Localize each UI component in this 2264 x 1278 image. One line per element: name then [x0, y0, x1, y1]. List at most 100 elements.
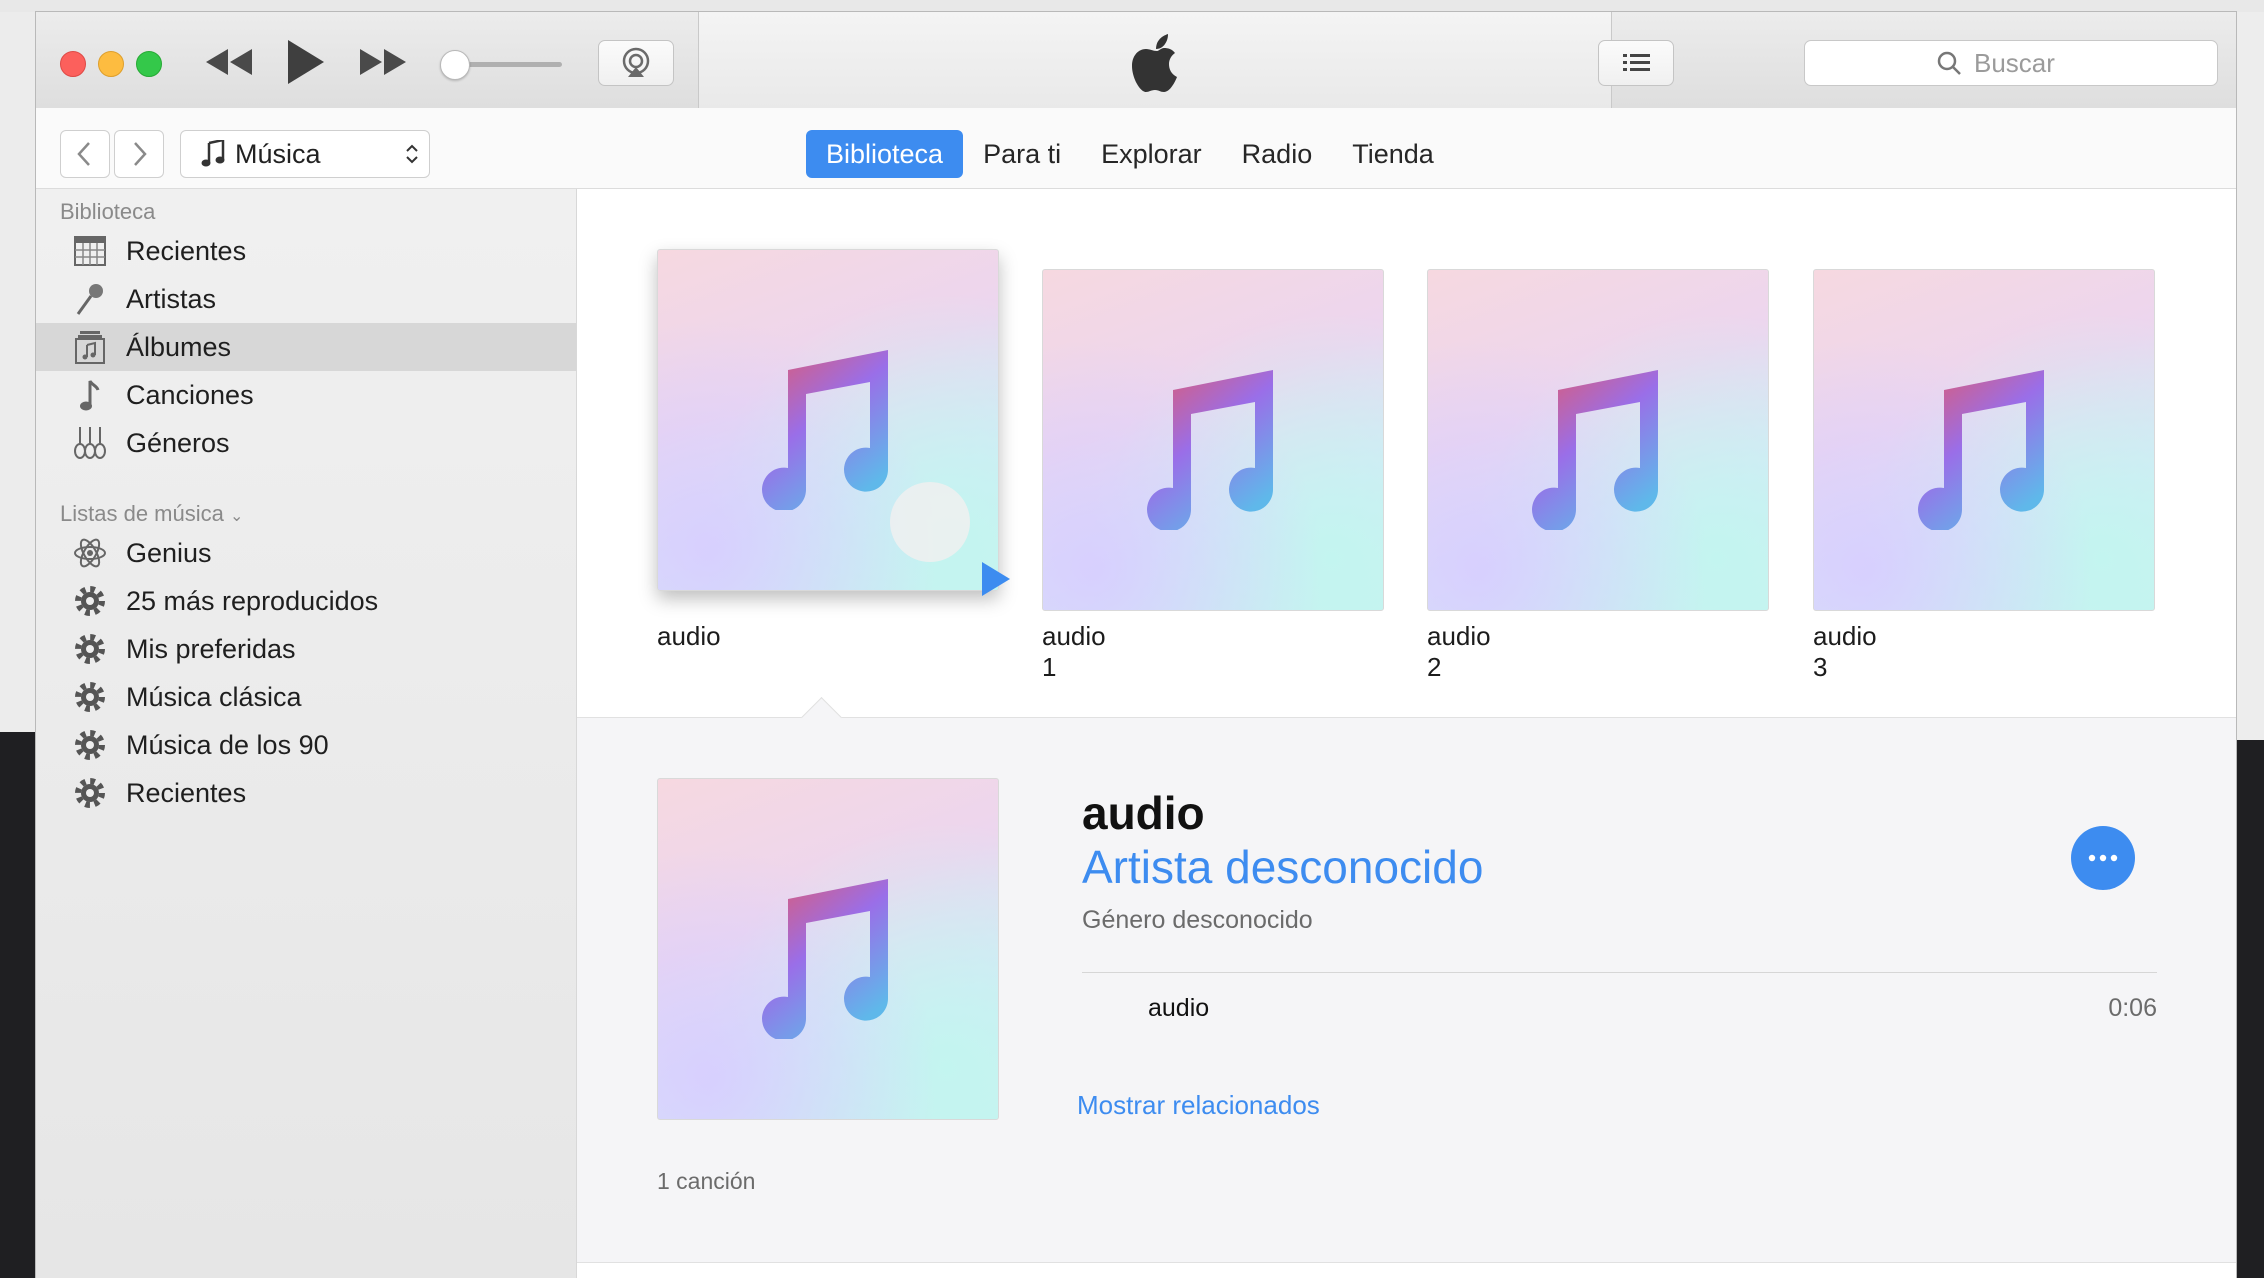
play-button[interactable] — [284, 36, 328, 88]
sidebar-item-label: Recientes — [126, 777, 247, 808]
background-right-dark-panel — [2236, 740, 2264, 1278]
sidebar-item-playlist[interactable]: Música de los 90 — [36, 721, 576, 769]
gear-icon — [72, 631, 108, 667]
sidebar: Biblioteca Recientes Artistas Álbumes Ca… — [36, 189, 577, 1278]
sidebar-item-generos[interactable]: Géneros — [36, 419, 576, 467]
sidebar-item-label: Música clásica — [126, 681, 302, 712]
song-count: 1 canción — [657, 1168, 756, 1194]
music-note-artwork-icon — [762, 350, 888, 510]
sidebar-item-recientes[interactable]: Recientes — [36, 227, 576, 275]
album-artwork[interactable] — [1813, 269, 2155, 611]
updown-chevron-icon — [406, 144, 418, 164]
chevron-down-icon: ⌄ — [229, 508, 244, 525]
track-name: audio — [1148, 994, 1210, 1022]
microphone-icon — [72, 281, 108, 317]
album-artwork[interactable] — [657, 249, 1010, 596]
tab-explorar[interactable]: Explorar — [1081, 130, 1222, 178]
album-artwork[interactable] — [1427, 269, 1769, 611]
genius-atom-icon — [72, 535, 108, 571]
back-button[interactable] — [60, 130, 110, 178]
airplay-button[interactable] — [598, 40, 674, 86]
volume-slider-knob[interactable] — [440, 50, 470, 80]
play-icon — [982, 562, 1010, 596]
sidebar-item-artistas[interactable]: Artistas — [36, 275, 576, 323]
album-title[interactable]: audio 2 — [1427, 621, 1491, 683]
sidebar-item-playlist[interactable]: Música clásica — [36, 673, 576, 721]
tab-biblioteca[interactable]: Biblioteca — [806, 130, 964, 178]
background-left-panel — [0, 12, 36, 732]
background-toolbar — [0, 0, 2264, 12]
detail-album-artwork[interactable] — [657, 778, 999, 1120]
sidebar-item-canciones[interactable]: Canciones — [36, 371, 576, 419]
tab-tienda[interactable]: Tienda — [1332, 130, 1454, 178]
tab-radio[interactable]: Radio — [1222, 130, 1333, 178]
album-title[interactable]: audio 1 — [1042, 621, 1106, 683]
detail-genre: Género desconocido — [1082, 906, 1313, 934]
media-source-label: Música — [235, 138, 321, 169]
sidebar-item-label: Mis preferidas — [126, 633, 296, 664]
itunes-window: Música Biblioteca Para ti Explorar Radio… — [36, 12, 2236, 1278]
ellipsis-icon — [2088, 854, 2118, 862]
sidebar-item-playlist[interactable]: Mis preferidas — [36, 625, 576, 673]
play-icon — [288, 40, 324, 84]
apple-logo — [1132, 34, 1177, 92]
albums-content: audio audio 1 audio 2 audio 3 audio Arti… — [577, 189, 2236, 1278]
search-icon — [1937, 51, 1961, 75]
background-editor-gutter — [0, 732, 36, 1278]
gear-icon — [72, 775, 108, 811]
list-icon — [1623, 54, 1650, 71]
more-options-button[interactable] — [2071, 826, 2135, 890]
titlebar — [36, 12, 2236, 109]
sidebar-item-label: Canciones — [126, 379, 254, 410]
sidebar-item-label: Géneros — [126, 427, 230, 458]
library-section-header: Biblioteca — [60, 199, 156, 224]
airplay-icon — [622, 47, 650, 77]
track-list-divider — [1082, 972, 2157, 973]
album-play-button[interactable] — [890, 482, 1010, 596]
chevron-left-icon — [77, 142, 90, 166]
sidebar-item-playlist[interactable]: 25 más reproducidos — [36, 577, 576, 625]
navigation-bar: Música Biblioteca Para ti Explorar Radio… — [36, 108, 2236, 189]
album-icon — [72, 329, 108, 365]
lcd-display — [698, 12, 1612, 108]
album-detail-panel: audio Artista desconocido Género descono… — [577, 696, 2236, 1263]
tab-para-ti[interactable]: Para ti — [963, 130, 1081, 178]
guitars-icon — [72, 425, 108, 461]
sidebar-item-albumes[interactable]: Álbumes — [36, 323, 576, 371]
music-note-artwork-icon — [1532, 370, 1658, 530]
album-title[interactable]: audio 3 — [1813, 621, 1877, 683]
sidebar-item-label: Artistas — [126, 283, 217, 314]
sidebar-item-genius[interactable]: Genius — [36, 529, 576, 577]
close-window-button[interactable] — [60, 51, 86, 77]
music-note-artwork-icon — [762, 879, 888, 1039]
sidebar-item-label: Genius — [126, 537, 212, 568]
playlists-section-header[interactable]: Listas de música ⌄ — [60, 501, 243, 527]
search-input[interactable] — [1972, 46, 2086, 80]
show-related-link[interactable]: Mostrar relacionados — [1077, 1090, 1320, 1121]
zoom-window-button[interactable] — [136, 51, 162, 77]
album-title[interactable]: audio — [657, 621, 721, 652]
gear-icon — [72, 583, 108, 619]
media-source-select[interactable]: Música — [180, 130, 430, 178]
chevron-right-icon — [134, 142, 147, 166]
music-note-artwork-icon — [1147, 370, 1273, 530]
track-duration: 0:06 — [2108, 994, 2157, 1022]
sidebar-item-label: Recientes — [126, 235, 247, 266]
gear-icon — [72, 727, 108, 763]
music-note-icon — [201, 140, 225, 167]
search-field[interactable] — [1804, 40, 2218, 86]
detail-album-title: audio — [1082, 787, 1205, 839]
sidebar-item-label: Música de los 90 — [126, 729, 329, 760]
album-artwork[interactable] — [1042, 269, 1384, 611]
sidebar-item-label: Álbumes — [126, 331, 232, 362]
fast-forward-button[interactable] — [358, 42, 408, 82]
rewind-button[interactable] — [204, 42, 254, 82]
list-view-button[interactable] — [1598, 40, 1674, 86]
sidebar-item-playlist[interactable]: Recientes — [36, 769, 576, 817]
calendar-grid-icon — [72, 233, 108, 269]
minimize-window-button[interactable] — [98, 51, 124, 77]
forward-button[interactable] — [114, 130, 164, 178]
library-tabs: Biblioteca Para ti Explorar Radio Tienda — [806, 130, 1454, 178]
track-row[interactable]: audio 0:06 — [1082, 980, 2157, 1034]
detail-artist-link[interactable]: Artista desconocido — [1082, 840, 1483, 894]
